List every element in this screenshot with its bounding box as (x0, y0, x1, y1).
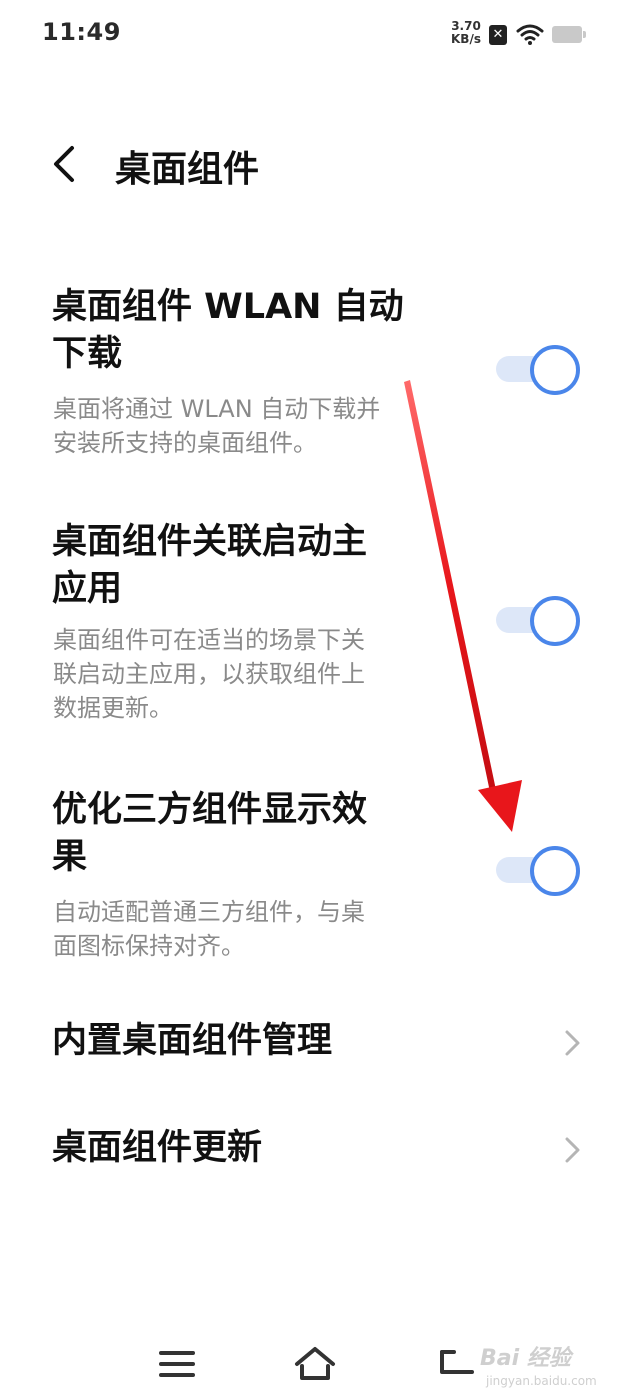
setting-title: 桌面组件关联启动主 应用 (52, 522, 368, 609)
page-title: 桌面组件 (115, 149, 260, 190)
watermark-text: Bai 经验 (480, 1346, 571, 1371)
battery-icon (552, 26, 586, 43)
setting-title: 桌面组件 WLAN 自动 下载 (52, 287, 404, 374)
setting-optimize-third-party-widgets: 优化三方组件显示效 果 自动适配普通三方组件，与桌 面图标保持对齐。 (0, 785, 630, 970)
nav-item-label: 内置桌面组件管理 (52, 1021, 333, 1061)
setting-description: 桌面将通过 WLAN 自动下载并 安装所支持的桌面组件。 (53, 395, 381, 457)
nav-item-label: 桌面组件更新 (52, 1128, 263, 1168)
no-sim-icon: ✕ (489, 25, 507, 45)
wlan-auto-download-toggle[interactable] (496, 343, 580, 395)
network-speed-unit: KB/s (451, 32, 481, 46)
chevron-left-icon (54, 146, 74, 182)
status-bar: 11:49 3.70 KB/s ✕ (0, 0, 630, 70)
setting-wlan-auto-download: 桌面组件 WLAN 自动 下载 桌面将通过 WLAN 自动下载并 安装所支持的桌… (0, 280, 630, 470)
watermark-url: jingyan.baidu.com (486, 1374, 597, 1388)
optimize-third-party-widgets-toggle[interactable] (496, 844, 580, 896)
setting-description: 自动适配普通三方组件，与桌 面图标保持对齐。 (53, 898, 365, 960)
wifi-icon (516, 24, 544, 45)
home-icon[interactable] (290, 1342, 340, 1386)
status-time: 11:49 (42, 18, 121, 46)
baidu-jingyan-watermark: Bai 经验 jingyan.baidu.com (470, 1330, 630, 1400)
setting-description: 桌面组件可在适当的场景下关 联启动主应用，以获取组件上 数据更新。 (53, 626, 365, 722)
menu-icon[interactable] (152, 1342, 202, 1386)
chevron-right-icon (565, 1137, 580, 1163)
builtin-widget-management-item[interactable]: 内置桌面组件管理 (0, 1008, 630, 1078)
toggle-knob (530, 345, 580, 395)
widget-update-item[interactable]: 桌面组件更新 (0, 1115, 630, 1185)
toggle-knob (530, 596, 580, 646)
toggle-knob (530, 846, 580, 896)
link-launch-main-app-toggle[interactable] (496, 594, 580, 646)
back-button[interactable] (48, 142, 84, 186)
network-speed: 3.70 KB/s (448, 20, 484, 46)
setting-title: 优化三方组件显示效 果 (52, 790, 368, 877)
setting-link-launch-main-app: 桌面组件关联启动主 应用 桌面组件可在适当的场景下关 联启动主应用，以获取组件上… (0, 515, 630, 735)
chevron-right-icon (565, 1030, 580, 1056)
